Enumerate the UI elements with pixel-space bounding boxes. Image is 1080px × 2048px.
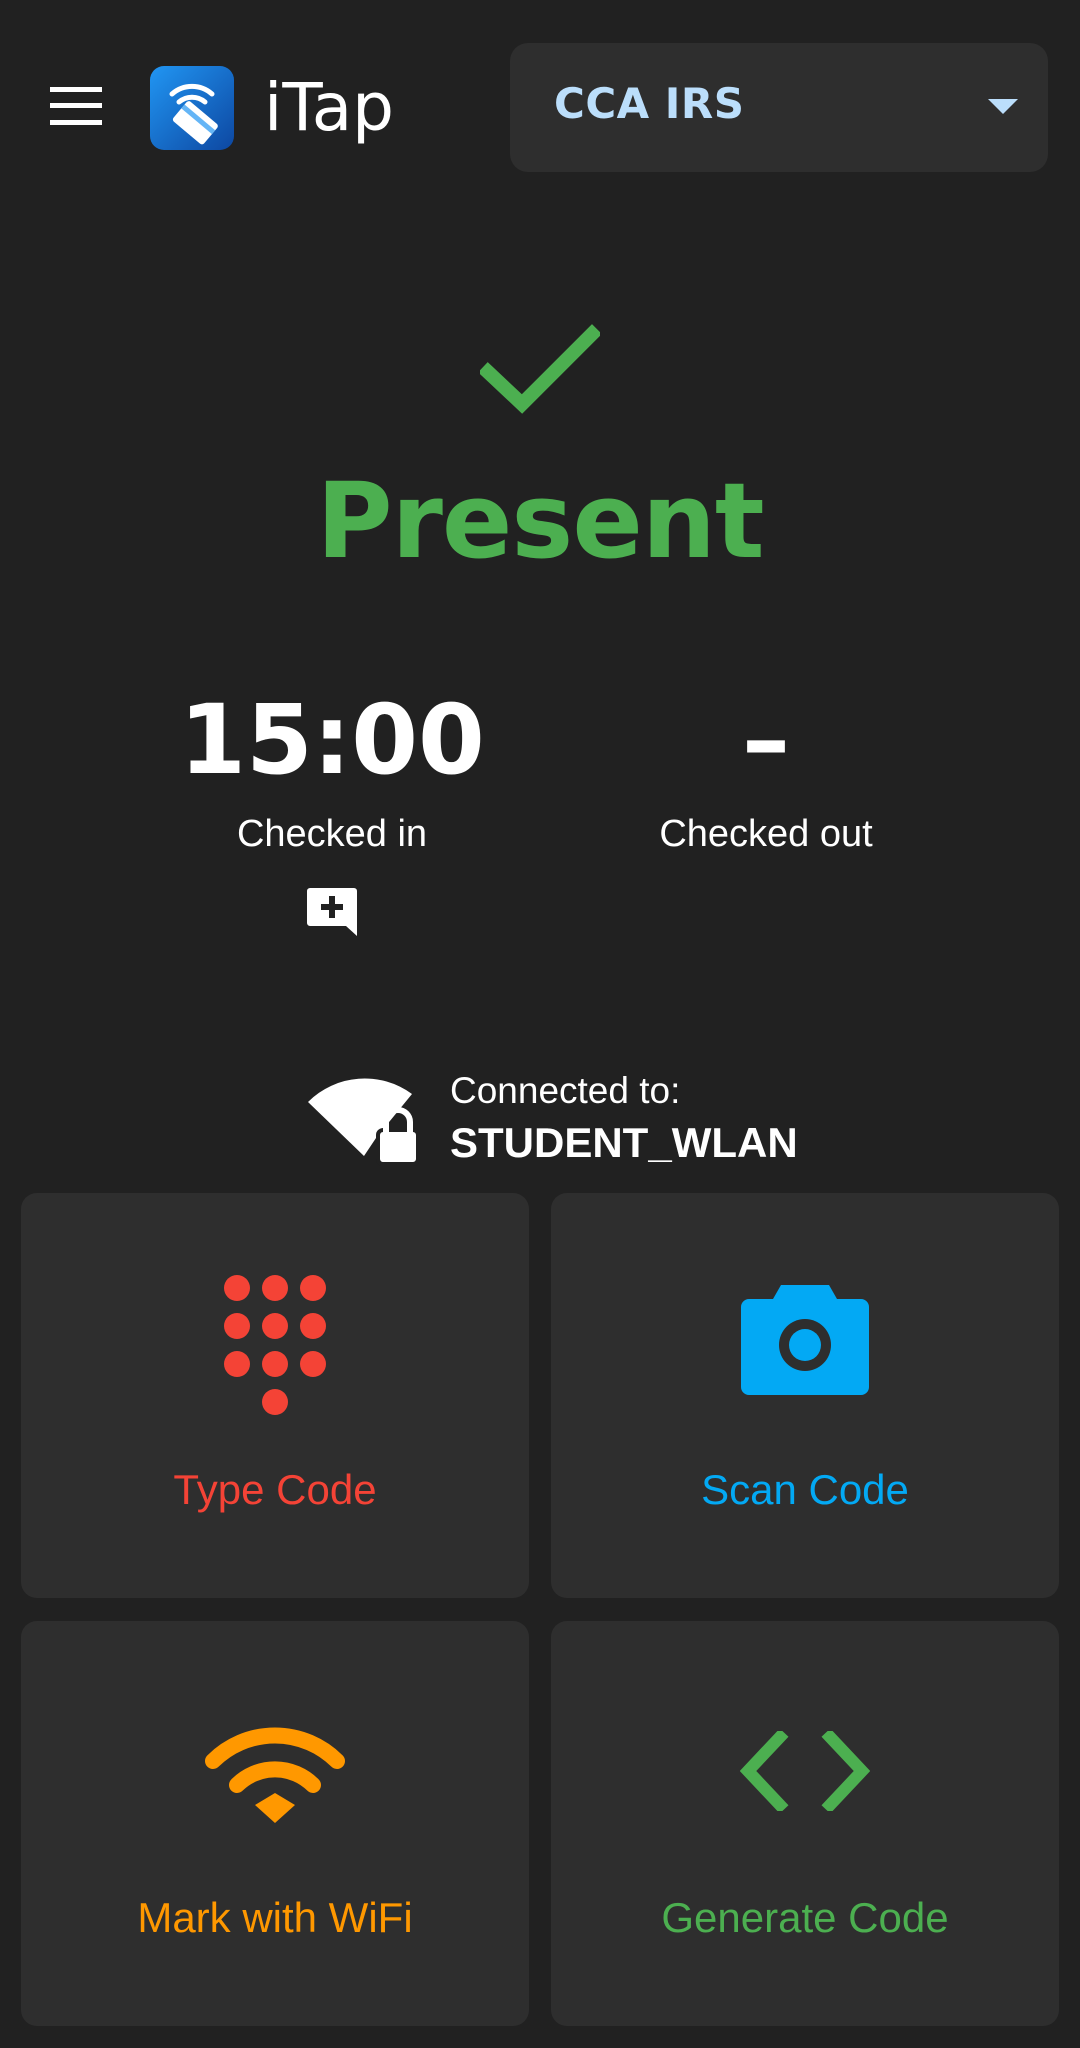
menu-button[interactable] <box>36 76 116 136</box>
checked-in-block: 15:00 Checked in <box>132 680 532 864</box>
hamburger-menu-icon <box>50 87 102 125</box>
mark-with-wifi-button[interactable]: Mark with WiFi <box>21 1621 529 2026</box>
check-icon <box>480 324 600 414</box>
type-code-label: Type Code <box>173 1466 377 1513</box>
add-comment-icon[interactable] <box>306 886 358 938</box>
checked-out-label: Checked out <box>659 813 873 855</box>
app-title: iTap <box>264 69 395 146</box>
checked-in-time: 15:00 <box>179 684 485 796</box>
code-icon <box>740 1731 870 1811</box>
generate-code-button[interactable]: Generate Code <box>551 1621 1059 2026</box>
camera-icon <box>741 1285 869 1395</box>
arrow-drop-down-icon <box>988 99 1018 114</box>
status-label: Present <box>316 460 764 582</box>
wifi-lock-icon <box>308 1078 420 1166</box>
course-select[interactable]: CCA IRS <box>510 43 1048 172</box>
scan-code-button[interactable]: Scan Code <box>551 1193 1059 1598</box>
dialpad-icon <box>224 1275 326 1415</box>
generate-code-label: Generate Code <box>661 1894 949 1941</box>
connection-label: Connected to: <box>450 1070 681 1111</box>
checked-out-time: – <box>742 684 790 796</box>
wifi-icon <box>205 1727 345 1823</box>
course-select-value: CCA IRS <box>554 79 745 128</box>
checked-out-block: – Checked out <box>566 680 966 864</box>
connection-ssid: STUDENT_WLAN <box>450 1119 798 1166</box>
itap-logo-icon <box>150 66 234 150</box>
mark-with-wifi-label: Mark with WiFi <box>137 1894 413 1941</box>
checked-in-label: Checked in <box>236 813 428 855</box>
scan-code-label: Scan Code <box>701 1466 909 1513</box>
type-code-button[interactable]: Type Code <box>21 1193 529 1598</box>
app-screen: iTap CCA IRS Present 15:00 Checked in – … <box>0 0 1080 2048</box>
